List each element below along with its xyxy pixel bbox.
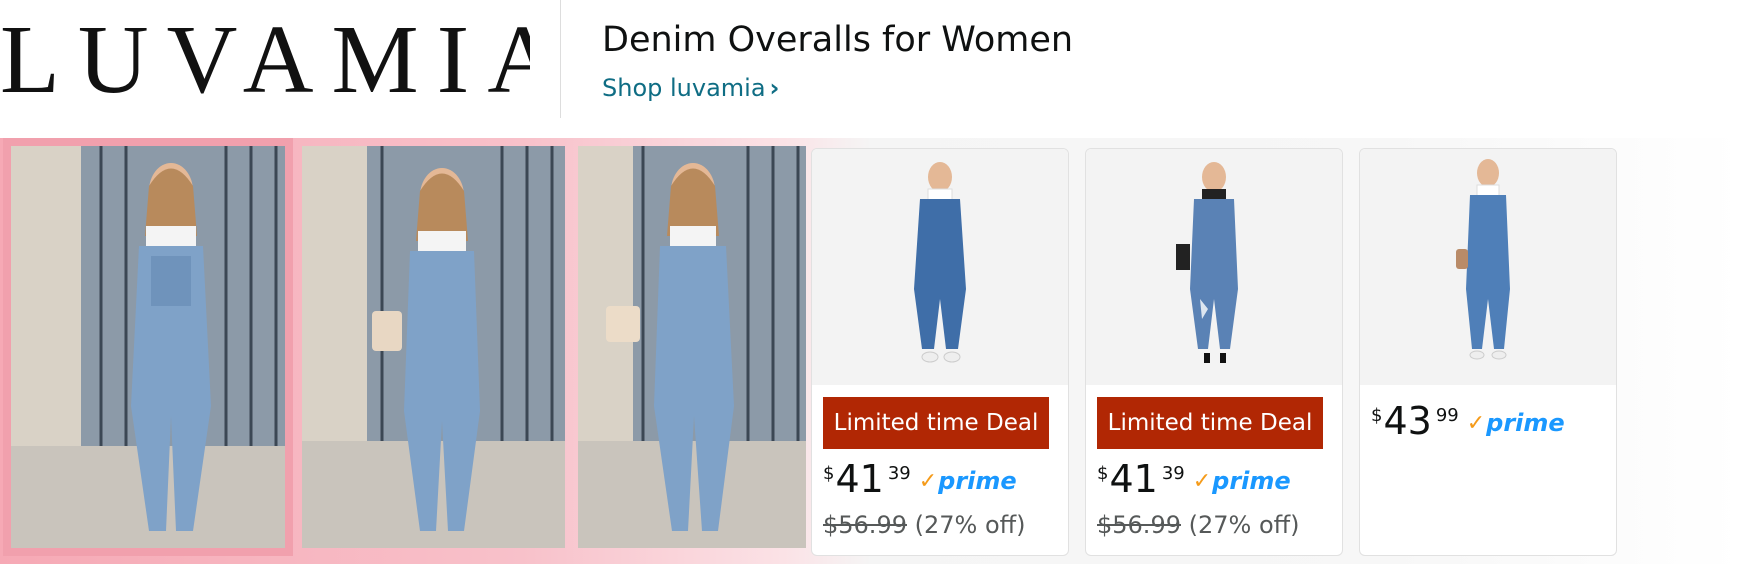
- was-price: $56.99: [1097, 511, 1181, 539]
- list-price: $56.99 (27% off): [1097, 511, 1300, 539]
- lifestyle-photo-3[interactable]: [578, 146, 806, 548]
- limited-time-deal-badge: Limited time Deal: [823, 397, 1049, 449]
- price-fraction: 39: [887, 463, 911, 484]
- price: $ 43 99 ✓ prime: [1371, 399, 1565, 443]
- product-card-2[interactable]: Limited time Deal $ 41 39 ✓ prime $56.99…: [1085, 148, 1343, 556]
- shop-brand-link[interactable]: Shop luvamia ›: [602, 74, 779, 102]
- prime-label: prime: [1486, 409, 1565, 437]
- prime-check-icon: ✓: [1466, 410, 1486, 436]
- prime-badge: ✓ prime: [1467, 409, 1565, 437]
- price: $ 41 39 ✓ prime: [1097, 457, 1291, 501]
- list-price: $56.99 (27% off): [823, 511, 1026, 539]
- price: $ 41 39 ✓ prime: [823, 457, 1017, 501]
- price-whole: 41: [835, 457, 884, 501]
- product-image[interactable]: [1360, 149, 1616, 385]
- prime-check-icon: ✓: [918, 468, 938, 494]
- discount-percent: (27% off): [1188, 511, 1300, 539]
- prime-badge: ✓ prime: [919, 467, 1017, 495]
- was-price: $56.99: [823, 511, 907, 539]
- headline[interactable]: Denim Overalls for Women: [602, 20, 1073, 60]
- product-card-1[interactable]: Limited time Deal $ 41 39 ✓ prime $56.99…: [811, 148, 1069, 556]
- limited-time-deal-badge: Limited time Deal: [1097, 397, 1323, 449]
- product-image[interactable]: [812, 149, 1068, 385]
- price-fraction: 39: [1161, 463, 1185, 484]
- header-divider: [560, 0, 561, 118]
- price-whole: 43: [1383, 399, 1432, 443]
- product-image[interactable]: [1086, 149, 1342, 385]
- brand-logo[interactable]: LUVAMIA: [0, 10, 530, 110]
- prime-check-icon: ✓: [1192, 468, 1212, 494]
- chevron-right-icon: ›: [769, 74, 780, 102]
- product-card-3[interactable]: $ 43 99 ✓ prime: [1359, 148, 1617, 556]
- price-whole: 41: [1109, 457, 1158, 501]
- prime-label: prime: [938, 467, 1017, 495]
- prime-label: prime: [1212, 467, 1291, 495]
- lifestyle-photo-2[interactable]: [302, 146, 565, 548]
- shop-link-label: Shop luvamia: [602, 74, 766, 102]
- lifestyle-photo-1[interactable]: [3, 138, 293, 556]
- discount-percent: (27% off): [914, 511, 1026, 539]
- currency-symbol: $: [823, 463, 835, 484]
- currency-symbol: $: [1371, 405, 1383, 426]
- price-fraction: 99: [1435, 405, 1459, 426]
- currency-symbol: $: [1097, 463, 1109, 484]
- prime-badge: ✓ prime: [1193, 467, 1291, 495]
